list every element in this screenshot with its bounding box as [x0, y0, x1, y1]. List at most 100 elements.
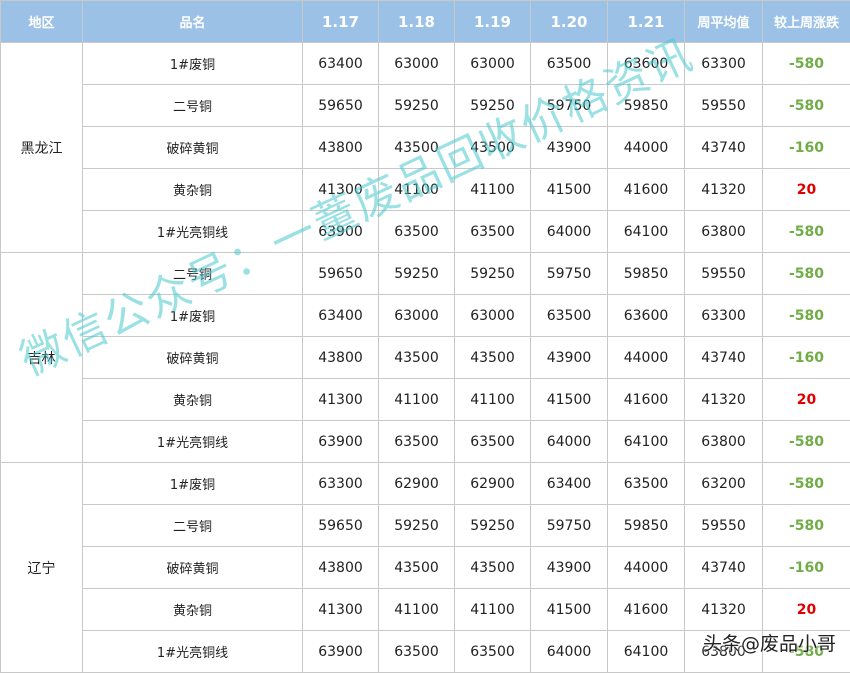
daily-price-cell: 41100: [378, 168, 455, 211]
daily-price-cell: 41300: [302, 378, 379, 421]
weekly-average-cell: 63200: [684, 462, 763, 505]
weekly-average-cell: 63800: [684, 420, 763, 463]
daily-price-cell: 59850: [607, 84, 685, 127]
item-name-cell: 1#光亮铜线: [82, 420, 303, 463]
header-cell: 1.18: [378, 0, 455, 43]
table-row: 二号铜 59650 59250 59250 59750 59850 59550 -580: [1, 504, 850, 547]
daily-price-cell: 44000: [607, 546, 685, 589]
daily-price-cell: 43800: [302, 126, 379, 169]
table-row: 黄杂铜 41300 41100 41100 41500 41600 41320 20: [1, 588, 850, 631]
weekly-change-cell: -580: [762, 252, 850, 295]
region-cell: 黑龙江: [0, 42, 83, 253]
weekly-change-cell: -580: [762, 210, 850, 253]
item-name-cell: 破碎黄铜: [82, 126, 303, 169]
daily-price-cell: 59750: [530, 252, 608, 295]
daily-price-cell: 63600: [607, 42, 685, 85]
daily-price-cell: 63500: [607, 462, 685, 505]
daily-price-cell: 59250: [378, 504, 455, 547]
daily-price-cell: 59750: [530, 84, 608, 127]
daily-price-cell: 44000: [607, 336, 685, 379]
daily-price-cell: 63400: [302, 42, 379, 85]
daily-price-cell: 41100: [454, 168, 531, 211]
daily-price-cell: 43800: [302, 546, 379, 589]
daily-price-cell: 63900: [302, 630, 379, 673]
weekly-average-cell: 41320: [684, 168, 763, 211]
item-name-cell: 黄杂铜: [82, 588, 303, 631]
daily-price-cell: 64100: [607, 210, 685, 253]
weekly-change-cell: 20: [762, 168, 850, 211]
daily-price-cell: 63600: [607, 294, 685, 337]
header-row: 地区 品名 1.17 1.18 1.19 1.20 1.21 周平均值 较上周涨跌: [0, 0, 850, 43]
header-cell: 品名: [82, 0, 303, 43]
table-row: 黑龙江 1#废铜 63400 63000 63000 63500 63600 63300 -58…: [0, 42, 850, 253]
table-row: 破碎黄铜 43800 43500 43500 43900 44000 43740 -160: [1, 546, 850, 589]
item-name-cell: 1#光亮铜线: [82, 210, 303, 253]
weekly-change-cell: 20: [762, 378, 850, 421]
daily-price-cell: 59850: [607, 504, 685, 547]
daily-price-cell: 41100: [454, 378, 531, 421]
item-name-cell: 1#废铜: [82, 42, 303, 85]
daily-price-cell: 64000: [530, 630, 608, 673]
daily-price-cell: 59250: [454, 252, 531, 295]
daily-price-cell: 63500: [378, 210, 455, 253]
weekly-change-cell: -580: [762, 84, 850, 127]
item-name-cell: 1#废铜: [82, 462, 303, 505]
daily-price-cell: 59250: [378, 252, 455, 295]
weekly-average-cell: 63800: [684, 630, 763, 673]
daily-price-cell: 63400: [302, 294, 379, 337]
table-body: 黑龙江 1#废铜 63400 63000 63000 63500 63600 63300 -58…: [0, 42, 850, 673]
region-cell: 吉林: [0, 252, 83, 463]
price-table: 地区 品名 1.17 1.18 1.19 1.20 1.21 周平均值 较上周涨跌 黑龙江 1#废…: [0, 0, 850, 673]
table-row: 黄杂铜 41300 41100 41100 41500 41600 41320 20: [1, 168, 850, 211]
table-row: 二号铜 59650 59250 59250 59750 59850 59550 -580: [1, 84, 850, 127]
daily-price-cell: 41600: [607, 378, 685, 421]
daily-price-cell: 59850: [607, 252, 685, 295]
table-row: 1#光亮铜线 63900 63500 63500 64000 64100 63800 -580: [1, 210, 850, 253]
header-cell: 1.20: [530, 0, 608, 43]
daily-price-cell: 41600: [607, 168, 685, 211]
daily-price-cell: 41500: [530, 168, 608, 211]
daily-price-cell: 64000: [530, 210, 608, 253]
weekly-average-cell: 63300: [684, 42, 763, 85]
daily-price-cell: 63000: [378, 42, 455, 85]
daily-price-cell: 63500: [378, 630, 455, 673]
daily-price-cell: 63000: [454, 294, 531, 337]
daily-price-cell: 41100: [378, 588, 455, 631]
daily-price-cell: 63500: [454, 420, 531, 463]
weekly-average-cell: 59550: [684, 84, 763, 127]
item-name-cell: 1#光亮铜线: [82, 630, 303, 673]
daily-price-cell: 64100: [607, 630, 685, 673]
daily-price-cell: 63500: [530, 294, 608, 337]
daily-price-cell: 43500: [378, 126, 455, 169]
item-name-cell: 二号铜: [82, 252, 303, 295]
item-name-cell: 1#废铜: [82, 294, 303, 337]
table-row: 破碎黄铜 43800 43500 43500 43900 44000 43740 -160: [1, 336, 850, 379]
daily-price-cell: 59250: [378, 84, 455, 127]
weekly-change-cell: -580: [762, 420, 850, 463]
header-cell: 地区: [0, 0, 83, 43]
weekly-change-cell: -580: [762, 630, 850, 673]
daily-price-cell: 43500: [454, 126, 531, 169]
daily-price-cell: 43900: [530, 546, 608, 589]
daily-price-cell: 64000: [530, 420, 608, 463]
weekly-change-cell: -160: [762, 546, 850, 589]
daily-price-cell: 41300: [302, 588, 379, 631]
table-row: 破碎黄铜 43800 43500 43500 43900 44000 43740 -160: [1, 126, 850, 169]
daily-price-cell: 43900: [530, 336, 608, 379]
item-name-cell: 破碎黄铜: [82, 546, 303, 589]
table-row: 辽宁 1#废铜 63300 62900 62900 63400 63500 63200 -580: [0, 462, 850, 673]
header-cell: 较上周涨跌: [762, 0, 850, 43]
weekly-average-cell: 43740: [684, 126, 763, 169]
weekly-average-cell: 63300: [684, 294, 763, 337]
weekly-change-cell: -580: [762, 42, 850, 85]
weekly-average-cell: 63800: [684, 210, 763, 253]
daily-price-cell: 41100: [454, 588, 531, 631]
header-cell: 1.17: [302, 0, 379, 43]
daily-price-cell: 59250: [454, 504, 531, 547]
daily-price-cell: 41500: [530, 588, 608, 631]
daily-price-cell: 62900: [454, 462, 531, 505]
daily-price-cell: 43500: [378, 336, 455, 379]
daily-price-cell: 63300: [302, 462, 379, 505]
daily-price-cell: 43500: [378, 546, 455, 589]
daily-price-cell: 41600: [607, 588, 685, 631]
